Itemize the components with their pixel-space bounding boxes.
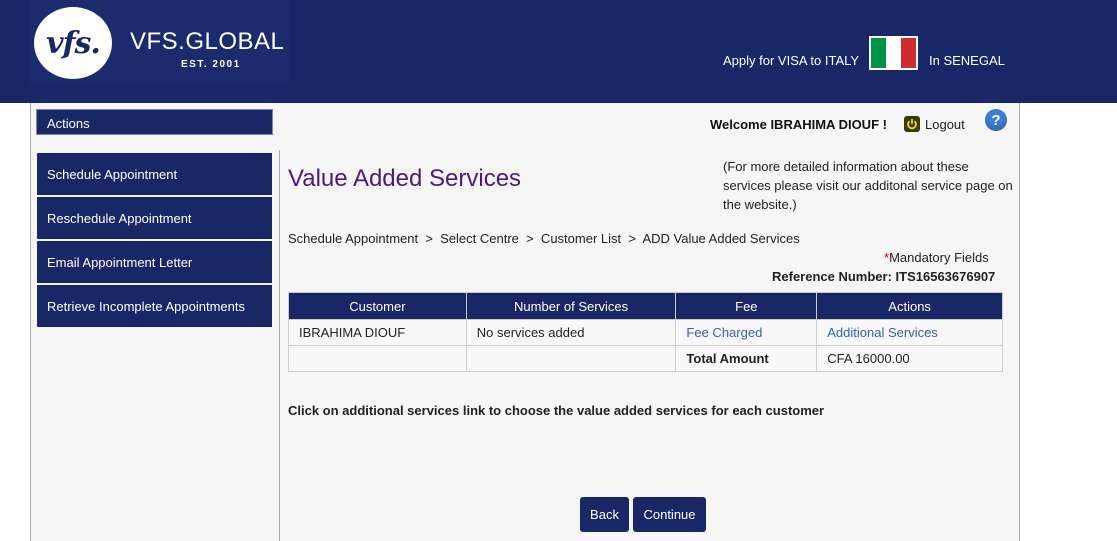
sidebar-divider — [279, 150, 280, 541]
instruction-text: Click on additional services link to cho… — [288, 403, 825, 418]
apply-visa-text: Apply for VISA to ITALY — [723, 53, 860, 68]
brand-name: VFS.GLOBAL — [130, 28, 285, 55]
reference-number: Reference Number: ITS16563676907 — [772, 269, 996, 284]
sidebar-item-retrieve-incomplete[interactable]: Retrieve Incomplete Appointments — [37, 285, 272, 327]
fee-cell: Fee Charged — [675, 319, 818, 346]
sidebar-item-reschedule-appointment[interactable]: Reschedule Appointment — [37, 197, 272, 239]
site-header: vfs. VFS.GLOBAL EST. 2001 Apply for VISA… — [0, 0, 1117, 103]
mandatory-fields-note: *Mandatory Fields — [884, 250, 989, 265]
power-icon — [904, 116, 920, 132]
continue-button[interactable]: Continue — [633, 497, 706, 532]
page-title: Value Added Services — [288, 165, 522, 192]
back-button[interactable]: Back — [580, 497, 629, 532]
mandatory-label: Mandatory Fields — [889, 250, 989, 265]
total-amount-value: CFA 16000.00 — [816, 345, 1003, 372]
italy-flag-icon — [869, 36, 918, 70]
services-count: No services added — [465, 319, 677, 346]
vfs-logo[interactable]: vfs. VFS.GLOBAL EST. 2001 — [30, 0, 289, 84]
country-text: In SENEGAL — [929, 53, 1005, 68]
logout-link[interactable]: Logout — [904, 116, 965, 132]
table-row: IBRAHIMA DIOUF No services added Fee Cha… — [288, 319, 1003, 346]
info-text: (For more detailed information about the… — [723, 159, 1013, 212]
sidebar-item-email-appointment-letter[interactable]: Email Appointment Letter — [37, 241, 272, 283]
table-row-total: Total Amount CFA 16000.00 — [288, 345, 1003, 372]
header-number-of-services: Number of Services — [465, 292, 677, 320]
brand-established: EST. 2001 — [181, 59, 241, 70]
sidebar-title: Actions — [36, 109, 273, 135]
empty-cell — [288, 345, 467, 372]
fee-charged-link[interactable]: Fee Charged — [686, 325, 762, 340]
header-fee: Fee — [675, 292, 818, 320]
actions-cell: Additional Services — [816, 319, 1003, 346]
services-table: Customer Number of Services Fee Actions … — [288, 292, 1003, 372]
customer-name: IBRAHIMA DIOUF — [288, 319, 467, 346]
total-amount-label: Total Amount — [675, 345, 818, 372]
logout-label: Logout — [925, 116, 965, 132]
additional-services-link[interactable]: Additional Services — [827, 325, 938, 340]
table-header-row: Customer Number of Services Fee Actions — [288, 292, 1003, 320]
header-actions: Actions — [816, 292, 1003, 320]
empty-cell — [465, 345, 677, 372]
help-icon[interactable]: ? — [985, 109, 1007, 131]
breadcrumb: Schedule Appointment > Select Centre > C… — [288, 231, 800, 246]
header-customer: Customer — [288, 292, 467, 320]
logo-mark: vfs. — [34, 7, 112, 79]
sidebar-item-schedule-appointment[interactable]: Schedule Appointment — [37, 153, 272, 195]
welcome-message: Welcome IBRAHIMA DIOUF ! — [710, 117, 887, 132]
